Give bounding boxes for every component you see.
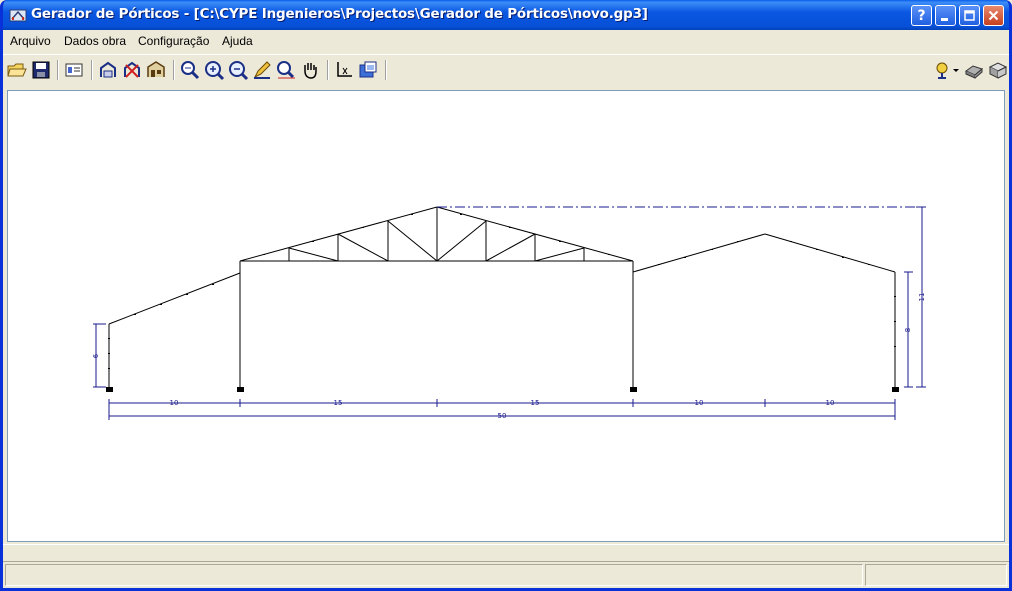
menu-bar: Arquivo Dados obra Configuração Ajuda bbox=[3, 30, 1009, 52]
right-rafter-right bbox=[764, 233, 896, 273]
dim-overall: 50 bbox=[498, 412, 507, 420]
dim-ridge-height: 11 bbox=[918, 293, 926, 302]
toolbar-separator bbox=[91, 60, 93, 80]
axes-icon[interactable] bbox=[333, 59, 355, 81]
minimize-icon bbox=[941, 18, 948, 21]
dim-span-1: 10 bbox=[170, 399, 179, 407]
maximize-icon bbox=[964, 10, 975, 21]
zoom-previous-icon[interactable] bbox=[227, 59, 249, 81]
location-icon[interactable] bbox=[933, 59, 961, 81]
close-icon bbox=[988, 10, 999, 21]
build-icon[interactable] bbox=[145, 59, 167, 81]
toolbar-separator bbox=[173, 60, 175, 80]
dimension-lines bbox=[93, 206, 926, 420]
properties-icon[interactable] bbox=[63, 59, 85, 81]
status-bar bbox=[3, 564, 1009, 586]
help-button[interactable]: ? bbox=[911, 5, 932, 26]
toolbar-separator bbox=[57, 60, 59, 80]
zoom-all-icon[interactable] bbox=[203, 59, 225, 81]
export-icon[interactable] bbox=[986, 59, 1008, 81]
left-rafter bbox=[108, 272, 241, 325]
menu-dados-obra[interactable]: Dados obra bbox=[64, 34, 126, 48]
dim-span-5: 10 bbox=[826, 399, 835, 407]
drawing-canvas[interactable]: 10 15 15 10 10 50 6 8 11 bbox=[7, 90, 1005, 542]
toolbar-separator bbox=[327, 60, 329, 80]
window-title: Gerador de Pórticos - [C:\CYPE Ingeniero… bbox=[31, 6, 648, 22]
measure-icon[interactable] bbox=[275, 59, 297, 81]
save-icon[interactable] bbox=[30, 59, 52, 81]
status-pane-secondary bbox=[865, 564, 1007, 586]
frame-structure bbox=[108, 206, 896, 387]
right-rafter-left bbox=[632, 233, 766, 273]
pan-hand-icon[interactable] bbox=[299, 59, 321, 81]
menu-ajuda[interactable]: Ajuda bbox=[222, 34, 253, 48]
supports bbox=[106, 387, 899, 392]
minimize-button[interactable] bbox=[935, 5, 956, 26]
dim-right-height: 8 bbox=[904, 328, 912, 332]
delete-frame-icon[interactable] bbox=[121, 59, 143, 81]
print-icon[interactable] bbox=[963, 59, 985, 81]
zoom-window-icon[interactable] bbox=[179, 59, 201, 81]
main-window: Gerador de Pórticos - [C:\CYPE Ingeniero… bbox=[0, 0, 1012, 591]
dim-span-2: 15 bbox=[334, 399, 343, 407]
toolbar-separator bbox=[385, 60, 387, 80]
client-area: Arquivo Dados obra Configuração Ajuda 10… bbox=[3, 30, 1009, 588]
portal-frame-drawing: 10 15 15 10 10 50 6 8 11 bbox=[92, 206, 926, 420]
app-icon bbox=[9, 9, 27, 22]
maximize-button[interactable] bbox=[959, 5, 980, 26]
close-button[interactable] bbox=[983, 5, 1004, 26]
title-bar[interactable]: Gerador de Pórticos - [C:\CYPE Ingeniero… bbox=[3, 0, 1009, 30]
open-folder-icon[interactable] bbox=[6, 59, 28, 81]
menu-arquivo[interactable]: Arquivo bbox=[10, 34, 51, 48]
dim-left-height: 6 bbox=[92, 353, 100, 358]
menu-configuracao[interactable]: Configuração bbox=[138, 34, 209, 48]
dim-span-4: 10 bbox=[695, 399, 704, 407]
frame-icon[interactable] bbox=[97, 59, 119, 81]
info-strip bbox=[3, 544, 1009, 562]
pencil-icon[interactable] bbox=[251, 59, 273, 81]
view-3d-icon[interactable] bbox=[357, 59, 379, 81]
toolbar bbox=[3, 54, 1009, 87]
dim-span-3: 15 bbox=[531, 399, 540, 407]
status-pane-main bbox=[5, 564, 863, 586]
